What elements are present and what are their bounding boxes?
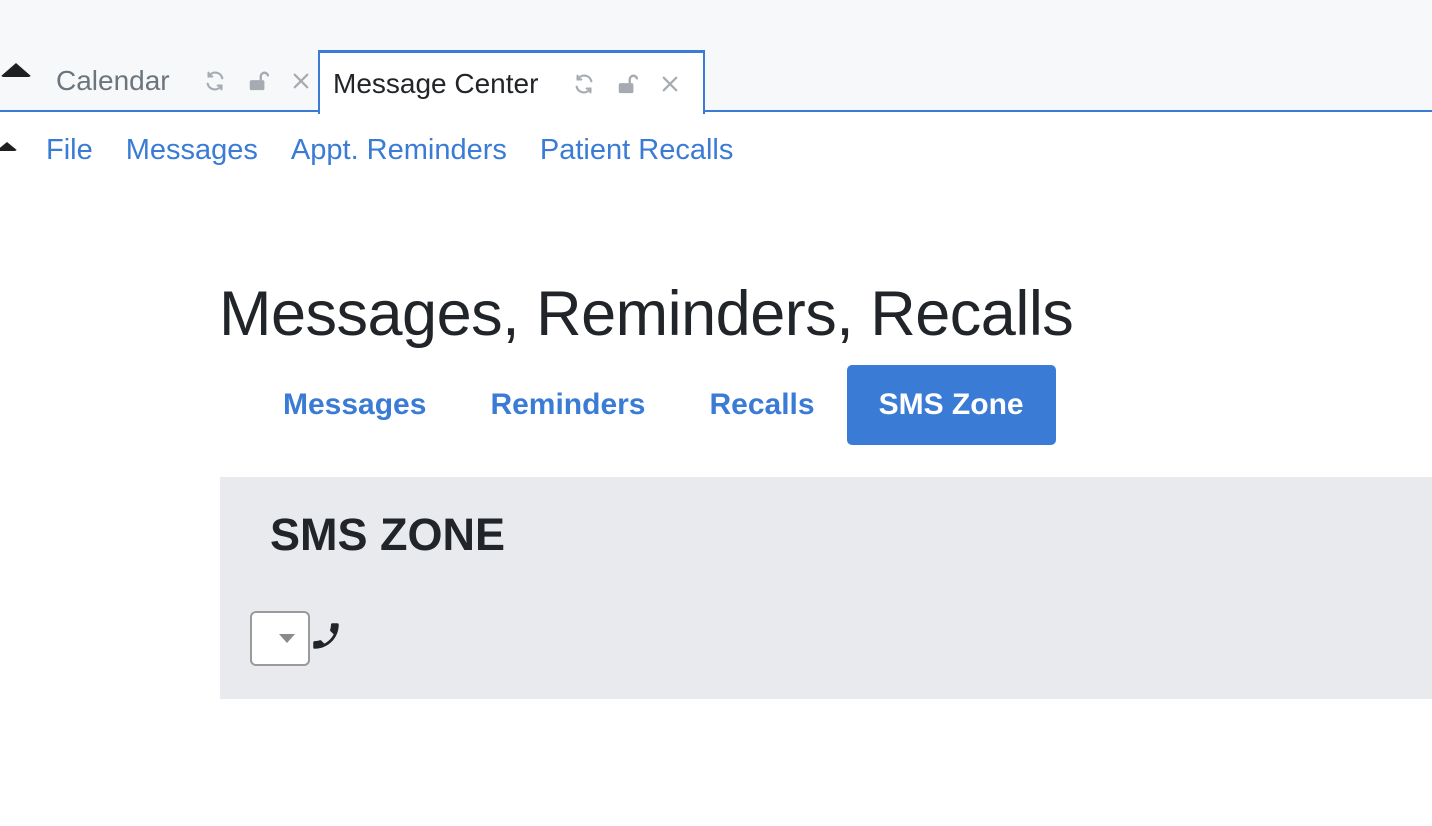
menu-item-file[interactable]: File (46, 134, 93, 167)
menu-item-messages[interactable]: Messages (126, 134, 258, 167)
phone-number-select[interactable] (250, 611, 310, 666)
tab-calendar[interactable]: Calendar (40, 50, 318, 112)
close-icon[interactable] (280, 72, 323, 90)
menu-bar: File Messages Appt. Reminders Patient Re… (46, 134, 766, 167)
refresh-icon[interactable] (562, 73, 605, 95)
unlock-icon[interactable] (605, 73, 648, 95)
sms-zone-panel: SMS ZONE (220, 477, 1432, 699)
unlock-icon[interactable] (237, 70, 280, 92)
tab-calendar-label: Calendar (56, 65, 170, 96)
pill-reminders[interactable]: Reminders (458, 365, 677, 445)
tab-message-center-label: Message Center (333, 67, 539, 99)
page-title: Messages, Reminders, Recalls (219, 279, 1074, 349)
collapse-menu-caret-icon[interactable] (0, 142, 18, 151)
tab-bar: Calendar Message Center (0, 0, 1432, 114)
tab-message-center[interactable]: Message Center (318, 50, 705, 114)
section-nav-pills: Messages Reminders Recalls SMS Zone (251, 365, 1056, 445)
phone-icon (309, 619, 343, 653)
close-icon[interactable] (648, 75, 691, 93)
pill-sms-zone[interactable]: SMS Zone (846, 365, 1056, 445)
pill-messages[interactable]: Messages (251, 365, 458, 445)
sms-zone-title: SMS ZONE (270, 509, 506, 560)
pill-recalls[interactable]: Recalls (678, 365, 847, 445)
chevron-down-icon (279, 634, 295, 643)
menu-item-appt-reminders[interactable]: Appt. Reminders (291, 134, 507, 167)
refresh-icon[interactable] (194, 70, 237, 92)
collapse-tabs-caret-icon[interactable] (0, 63, 32, 77)
menu-item-patient-recalls[interactable]: Patient Recalls (540, 134, 733, 167)
